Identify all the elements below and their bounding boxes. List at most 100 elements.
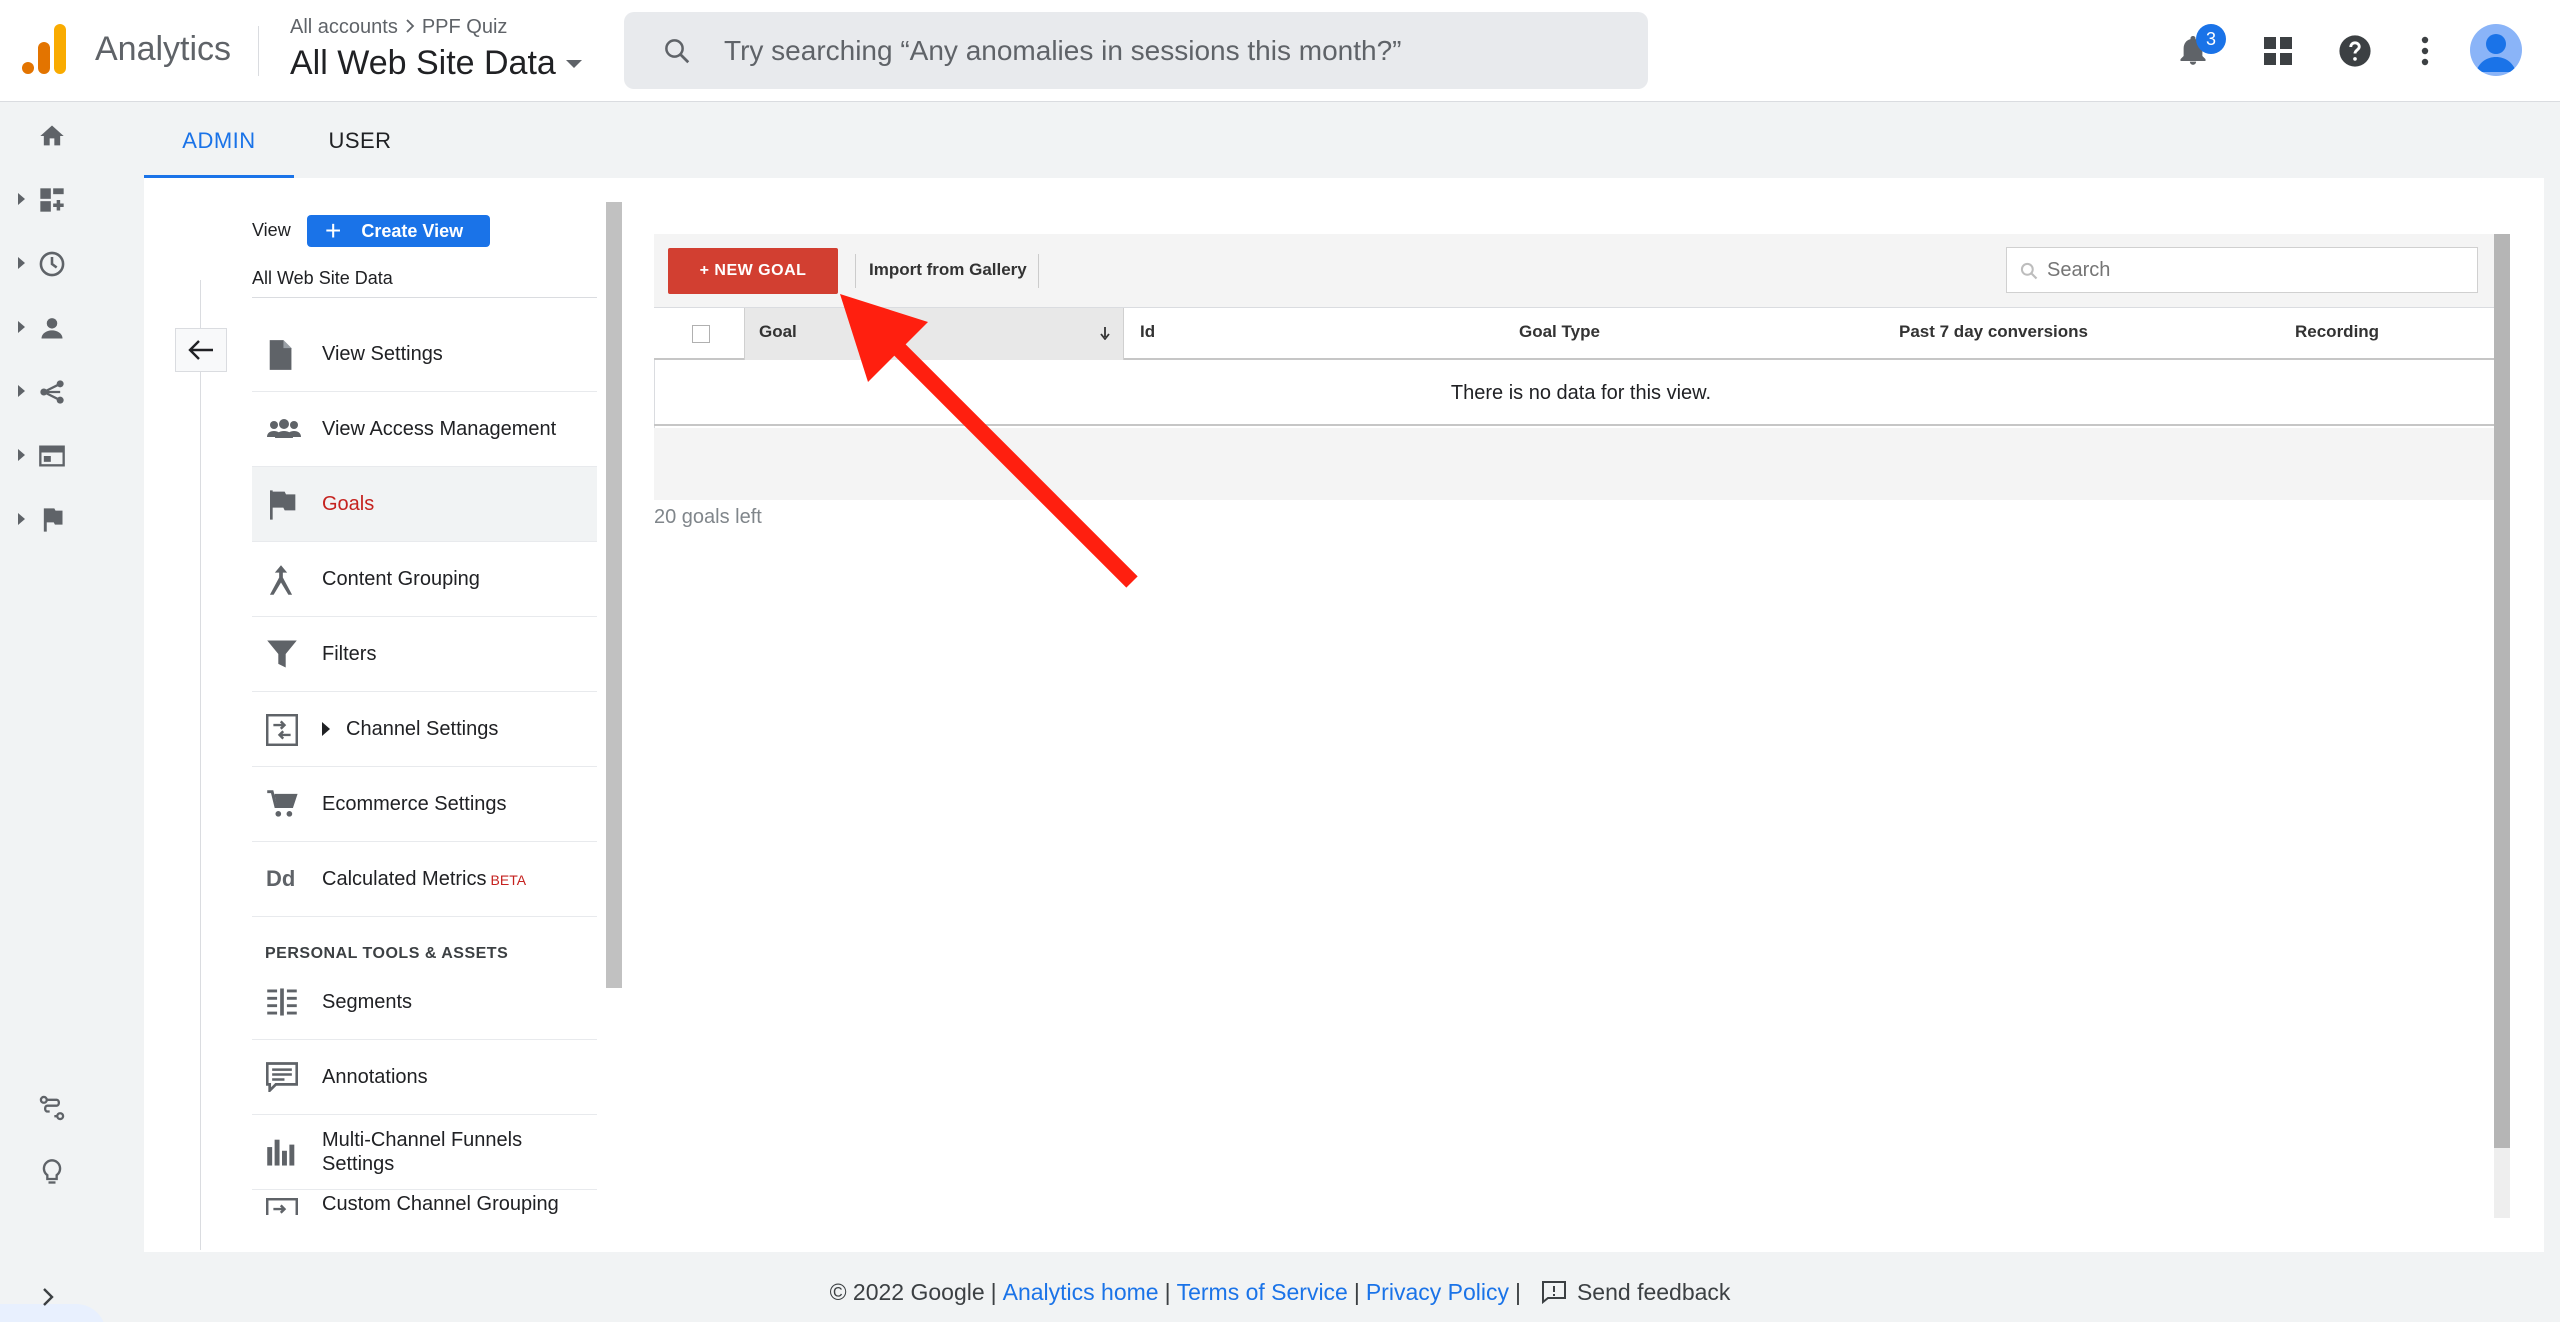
content-scrollbar[interactable] — [2494, 234, 2510, 1148]
menu-item-content-grouping[interactable]: Content Grouping — [252, 542, 597, 617]
notification-badge: 3 — [2196, 24, 2226, 54]
sort-down-icon — [1100, 326, 1110, 343]
plus-icon: + — [325, 215, 342, 246]
rail-conversions[interactable] — [0, 494, 106, 544]
search-input[interactable] — [724, 12, 1624, 89]
feedback-icon — [1541, 1281, 1566, 1304]
rail-behavior[interactable] — [0, 430, 106, 480]
menu-item-filters[interactable]: Filters — [252, 617, 597, 692]
app-title: Analytics — [95, 30, 232, 68]
view-selector[interactable]: All Web Site Data — [252, 268, 393, 289]
table-footer — [654, 428, 2508, 500]
back-button[interactable] — [175, 328, 227, 372]
bars-icon — [266, 1137, 298, 1169]
grouping-icon — [266, 564, 298, 596]
menu-item-label: View Access Management — [322, 418, 557, 440]
menu-item-label: Goals — [322, 493, 375, 515]
create-view-label: Create View — [361, 220, 464, 241]
divider — [252, 297, 597, 298]
person-icon — [38, 314, 66, 342]
search-icon — [2019, 261, 2039, 286]
avatar[interactable] — [2470, 24, 2522, 76]
breadcrumb[interactable]: All accounts PPF Quiz — [290, 16, 507, 39]
help-icon[interactable] — [2330, 26, 2380, 76]
top-bar: Analytics All accounts PPF Quiz All Web … — [0, 0, 2560, 102]
goal-column-sorted[interactable] — [744, 308, 1124, 360]
cart-icon — [266, 789, 298, 821]
expand-triangle-icon — [18, 321, 25, 333]
rail-customization[interactable] — [0, 174, 106, 224]
copyright-text: © 2022 Google — [829, 1278, 985, 1305]
home-icon — [38, 122, 66, 150]
column-header-id[interactable]: Id — [1140, 322, 1155, 342]
menu-item-goals[interactable]: Goals — [252, 467, 597, 542]
menu-item-calculated-metrics[interactable]: Dd Calculated Metrics BETA — [252, 842, 597, 917]
expand-triangle-icon[interactable] — [322, 722, 330, 736]
column-header-past-7-day-conversions[interactable]: Past 7 day conversions — [1899, 322, 2088, 342]
breadcrumb-all-accounts[interactable]: All accounts — [290, 16, 398, 38]
analytics-home-link[interactable]: Analytics home — [1003, 1279, 1159, 1306]
menu-item-ecommerce-settings[interactable]: Ecommerce Settings — [252, 767, 597, 842]
rail-attribution[interactable] — [0, 1082, 106, 1132]
tab-user[interactable]: USER — [294, 104, 426, 178]
menu-item-segments[interactable]: Segments — [252, 965, 597, 1040]
divider — [855, 254, 856, 288]
column-header-goal-type[interactable]: Goal Type — [1519, 322, 1600, 342]
menu-item-label: View Settings — [322, 343, 443, 365]
table-search[interactable] — [2006, 247, 2478, 293]
view-column-label: View — [252, 220, 291, 240]
channel-icon — [266, 1198, 298, 1215]
document-icon — [266, 339, 298, 371]
table-search-input[interactable] — [2047, 248, 2467, 292]
column-header-recording[interactable]: Recording — [2295, 322, 2379, 342]
send-feedback-button[interactable]: Send feedback — [1541, 1279, 1730, 1306]
menu-item-label: Multi-Channel Funnels Settings — [322, 1129, 523, 1175]
create-view-button[interactable]: + Create View — [307, 215, 490, 247]
menu-scrollbar[interactable] — [606, 202, 622, 988]
import-from-gallery-button[interactable]: Import from Gallery — [869, 260, 1027, 280]
analytics-logo-icon[interactable] — [22, 24, 68, 74]
rail-audience[interactable] — [0, 302, 106, 352]
breadcrumb-account[interactable]: PPF Quiz — [422, 16, 508, 38]
apps-grid-icon[interactable] — [2253, 26, 2303, 76]
segments-icon — [266, 987, 298, 1019]
arrow-left-icon — [188, 340, 213, 360]
rail-realtime[interactable] — [0, 238, 106, 288]
menu-item-custom-channel-grouping[interactable]: Custom Channel Grouping — [252, 1190, 597, 1215]
beta-badge: BETA — [490, 871, 527, 888]
personal-tools-heading: PERSONAL TOOLS & ASSETS — [265, 945, 509, 962]
menu-item-label: Custom Channel Grouping — [322, 1193, 559, 1215]
column-header-goal[interactable]: Goal — [759, 322, 797, 342]
path-icon — [38, 1094, 66, 1122]
menu-item-view-access-management[interactable]: View Access Management — [252, 392, 597, 467]
terms-of-service-link[interactable]: Terms of Service — [1177, 1279, 1348, 1306]
lightbulb-icon — [38, 1158, 66, 1186]
rail-home[interactable] — [0, 110, 106, 160]
content-scrollbar-track[interactable] — [2494, 1148, 2510, 1218]
left-nav-rail — [0, 102, 106, 1322]
tab-admin[interactable]: ADMIN — [144, 104, 294, 178]
search-bar[interactable] — [624, 12, 1648, 89]
annotation-icon — [265, 1062, 299, 1094]
divider — [1038, 254, 1039, 288]
rail-discover[interactable] — [0, 1146, 106, 1196]
send-feedback-label: Send feedback — [1576, 1278, 1731, 1305]
filter-icon — [266, 639, 298, 671]
more-vert-icon[interactable] — [2400, 26, 2450, 76]
calculated-metrics-label: Calculated Metrics — [322, 867, 487, 890]
menu-item-label: Segments — [322, 991, 413, 1013]
menu-item-label: Channel Settings — [346, 718, 499, 740]
select-all-checkbox[interactable] — [692, 325, 710, 343]
expand-triangle-icon — [18, 385, 25, 397]
menu-item-view-settings[interactable]: View Settings — [252, 317, 597, 392]
menu-item-multi-channel-funnels-settings[interactable]: Multi-Channel Funnels Settings — [252, 1115, 597, 1190]
property-selector[interactable]: All Web Site Data — [290, 44, 582, 83]
goals-left-count: 20 goals left — [654, 506, 762, 528]
new-goal-button[interactable]: + NEW GOAL — [668, 248, 838, 294]
caret-down-icon — [565, 59, 582, 68]
menu-item-channel-settings[interactable]: Channel Settings — [252, 692, 597, 767]
privacy-policy-link[interactable]: Privacy Policy — [1366, 1279, 1509, 1306]
rail-acquisition[interactable] — [0, 366, 106, 416]
menu-item-annotations[interactable]: Annotations — [252, 1040, 597, 1115]
chevron-right-icon — [404, 16, 416, 39]
